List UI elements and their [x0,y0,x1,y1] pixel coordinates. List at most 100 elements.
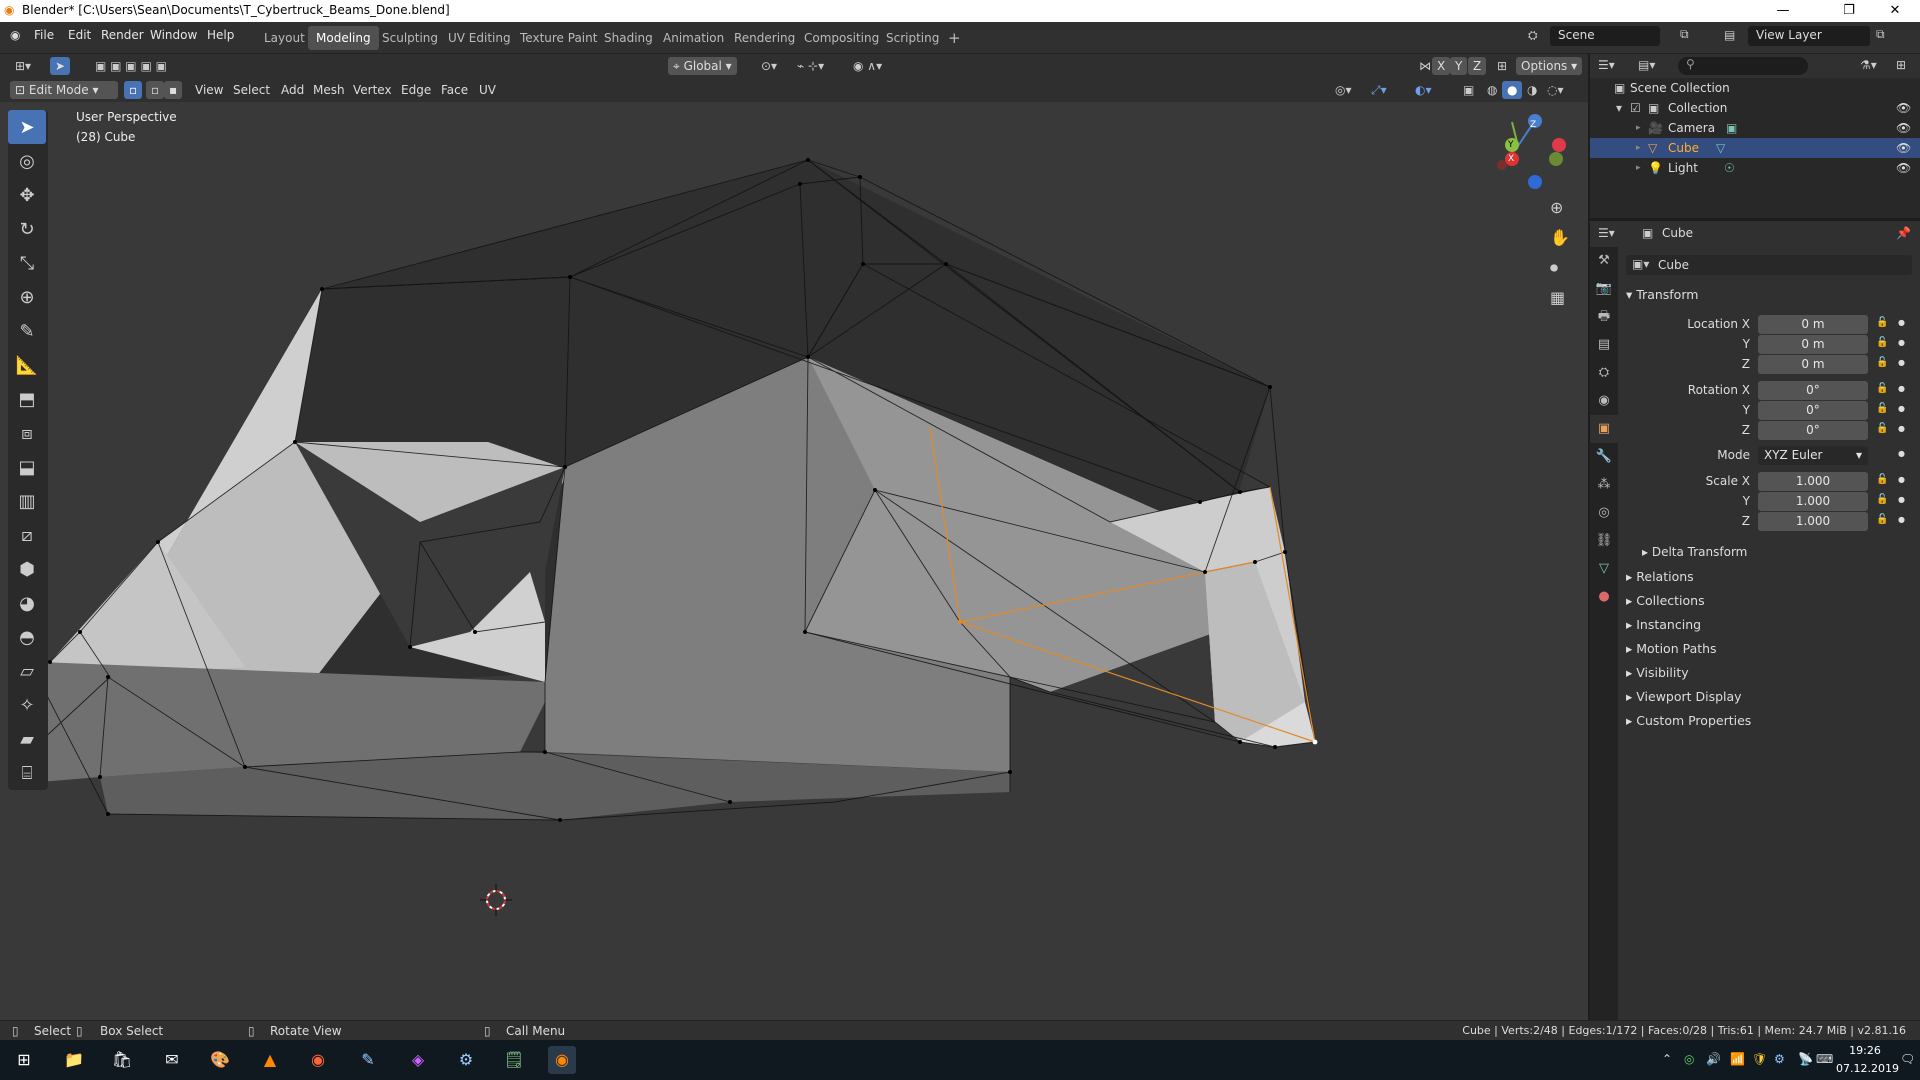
firefox-icon[interactable]: ◉ [304,1046,332,1074]
relations-panel[interactable]: ▸ Relations [1626,569,1694,584]
menu-file[interactable]: File [34,28,54,42]
menu-edge[interactable]: Edge [396,81,436,99]
security-icon[interactable]: 🛡 [1752,1052,1767,1066]
rotate-tool-icon[interactable]: ↻ [8,212,46,246]
instancing-panel[interactable]: ▸ Instancing [1626,617,1701,632]
steam-icon[interactable]: ⚙ [452,1046,480,1074]
shrink-fatten-tool-icon[interactable]: ✧ [8,688,46,722]
windows-start-icon[interactable]: ⊞ [10,1046,38,1074]
camera-view-icon[interactable]: ⏺ [1550,258,1558,278]
outliner-editor-icon[interactable]: ☰▾ [1598,58,1615,72]
keyframe-dot-icon[interactable]: ● [1898,318,1905,327]
tab-layout[interactable]: Layout [256,26,313,50]
transform-orientation-dropdown[interactable]: ⌖ Global ▾ [668,57,737,75]
language-icon[interactable]: ⌨ [1816,1052,1833,1066]
lock-icon[interactable]: 🔓 [1876,403,1888,414]
menu-vertex[interactable]: Vertex [348,81,397,99]
file-explorer-icon[interactable]: 📁 [60,1046,88,1074]
transform-panel-header[interactable]: ▾ Transform [1626,287,1698,302]
new-scene-icon[interactable]: ⧉ [1680,27,1689,42]
scale-x-field[interactable]: 1.000 [1758,472,1868,491]
options-dropdown[interactable]: Options ▾ [1516,57,1583,75]
smooth-tool-icon[interactable]: ◓ [8,620,46,654]
eye-icon[interactable]: 👁 [1896,158,1911,178]
checkbox-icon[interactable]: ☑ [1630,98,1641,118]
snap-icon[interactable]: ⌁ ⊹▾ [792,57,829,75]
mode-dropdown[interactable]: ⊡ Edit Mode ▾ [10,81,118,99]
tab-uv-editing[interactable]: UV Editing [440,26,519,50]
editor-type-icon[interactable]: ⊞▾ [10,57,36,75]
lock-icon[interactable]: 🔓 [1876,357,1888,368]
keyframe-dot-icon[interactable]: ● [1898,358,1905,367]
rotation-y-field[interactable]: 0° [1758,401,1868,420]
menu-face[interactable]: Face [436,81,473,99]
menu-render[interactable]: Render [101,28,144,42]
notifications-icon[interactable]: 🗨 [1900,1052,1915,1066]
output-tab-icon[interactable]: 🖶 [1590,303,1618,331]
expand-arrow-icon[interactable]: ▸ [1636,138,1641,158]
pin-icon[interactable]: 📌 [1896,226,1911,240]
close-button[interactable]: ✕ [1872,0,1918,22]
rip-tool-icon[interactable]: ⌸ [8,756,46,790]
clock-date[interactable]: 07.12.2019 [1836,1062,1899,1075]
vlc-icon[interactable]: ▲ [256,1046,284,1074]
keyframe-dot-icon[interactable]: ● [1898,495,1905,504]
notes-icon[interactable]: ✎ [354,1046,382,1074]
rendered-shading-icon[interactable]: ◌▾ [1542,81,1569,99]
tab-texture-paint[interactable]: Texture Paint [512,26,605,50]
tray-chevron-icon[interactable]: ⌃ [1662,1052,1672,1066]
tab-compositing[interactable]: Compositing [796,26,887,50]
rotation-mode-dropdown[interactable]: XYZ Euler ▾ [1758,446,1868,465]
keyframe-dot-icon[interactable]: ● [1898,475,1905,484]
menu-view[interactable]: View [190,81,228,99]
display-mode-icon[interactable]: ▤▾ [1638,58,1655,72]
lock-icon[interactable]: 🔓 [1876,474,1888,485]
location-y-field[interactable]: 0 m [1758,335,1868,354]
lock-icon[interactable]: 🔓 [1876,383,1888,394]
blender-menu-icon[interactable]: ◉ [10,28,20,42]
paint-icon[interactable]: 🎨 [206,1046,234,1074]
minimize-button[interactable]: — [1760,0,1806,22]
keyframe-dot-icon[interactable]: ● [1898,424,1905,433]
render-tab-icon[interactable]: 📷 [1590,275,1618,303]
tool-tab-icon[interactable]: ⚒ [1590,247,1618,275]
outliner-search-input[interactable]: ⚲ [1678,57,1808,75]
world-tab-icon[interactable]: ◉ [1590,387,1618,415]
store-icon[interactable]: 🛍 [108,1046,136,1074]
constraints-tab-icon[interactable]: ⛓ [1590,527,1618,555]
outliner-scene-collection[interactable]: ▣ Scene Collection [1590,78,1920,98]
select-tool-icon[interactable]: ➤ [50,57,71,75]
eye-icon[interactable]: 👁 [1896,98,1911,118]
steam-tray-icon[interactable]: ⚙ [1774,1052,1785,1066]
select-mode-icons[interactable]: ▣ ▣ ▣ ▣ ▣ [90,57,172,75]
tray-app-icon[interactable]: ◎ [1684,1052,1694,1066]
lock-icon[interactable]: 🔓 [1876,494,1888,505]
delta-transform-panel[interactable]: ▸ Delta Transform [1642,545,1747,559]
keyframe-dot-icon[interactable]: ● [1898,515,1905,524]
discord-icon[interactable]: ◈ [404,1046,432,1074]
ortho-grid-icon[interactable]: ▦ [1550,288,1565,307]
material-shading-icon[interactable]: ◑ [1522,81,1542,99]
menu-add[interactable]: Add [276,81,309,99]
move-tool-icon[interactable]: ✥ [8,178,46,212]
solid-shading-icon[interactable]: ● [1502,81,1523,99]
menu-edit[interactable]: Edit [68,28,91,42]
face-select-icon[interactable]: ▪ [164,81,183,99]
annotate-tool-icon[interactable]: ✎ [8,314,46,348]
outliner-item-camera[interactable]: ▸ 🎥 Camera ▣ 👁 [1590,118,1920,138]
tab-scripting[interactable]: Scripting [878,26,947,50]
scene-selector[interactable]: Scene [1550,26,1660,46]
edge-slide-tool-icon[interactable]: ▱ [8,654,46,688]
outliner-item-cube[interactable]: ▸ ▽ Cube ▽ 👁 [1590,138,1920,158]
mesh-data-tab-icon[interactable]: ▽ [1590,555,1618,583]
collections-panel[interactable]: ▸ Collections [1626,593,1705,608]
keyframe-dot-icon[interactable]: ● [1898,449,1905,458]
3d-viewport[interactable]: User Perspective (28) Cube Z Y X ⊕ ✋ ⏺ ▦ [0,102,1588,1020]
scene-icon[interactable]: ⛭ [1528,28,1538,43]
lock-icon[interactable]: 🔓 [1876,337,1888,348]
measure-tool-icon[interactable]: 📐 [8,348,46,382]
menu-select[interactable]: Select [228,81,275,99]
tab-rendering[interactable]: Rendering [726,26,803,50]
view-layer-tab-icon[interactable]: ▤ [1590,331,1618,359]
tab-shading[interactable]: Shading [596,26,661,50]
